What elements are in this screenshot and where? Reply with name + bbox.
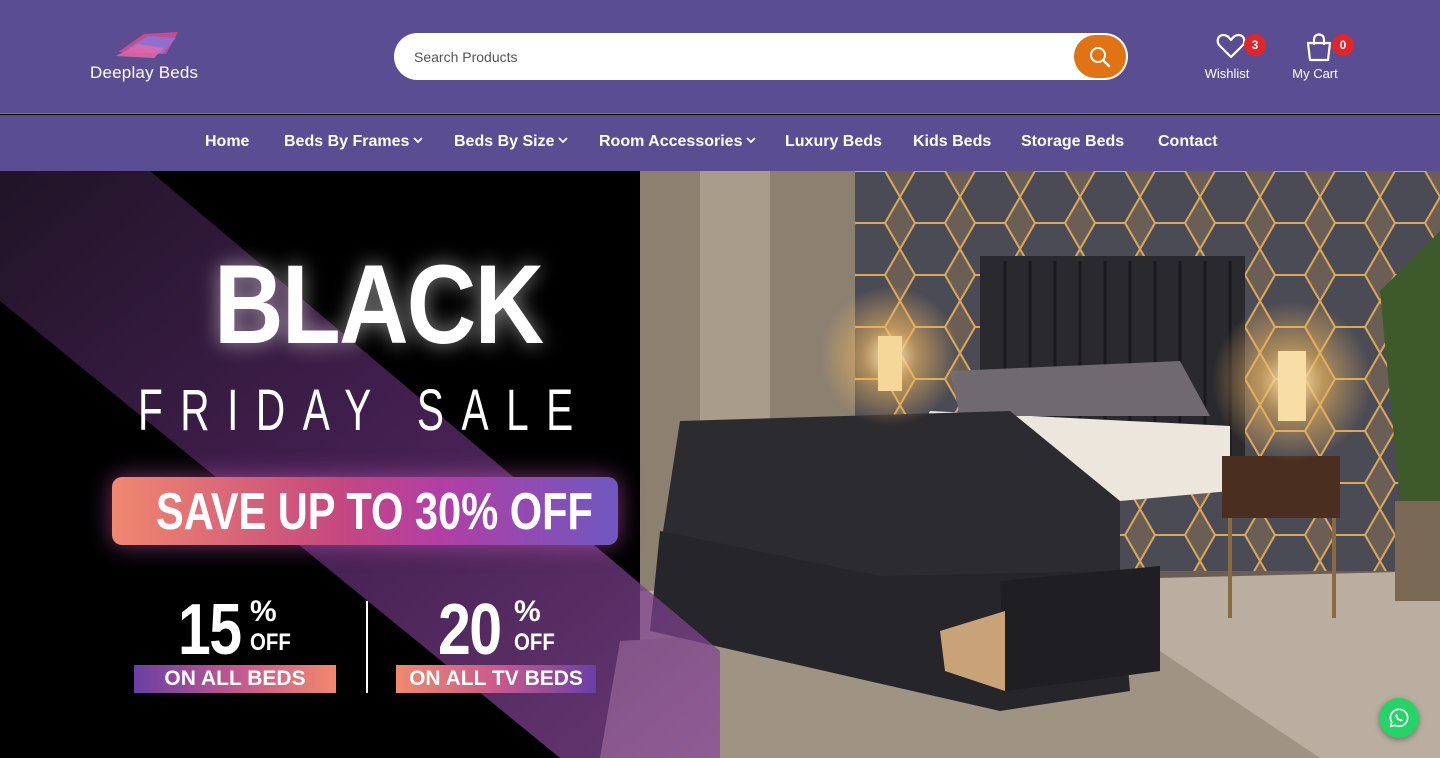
offer-value: 15	[178, 590, 242, 670]
logo[interactable]: Deeplay Beds	[86, 26, 216, 86]
shopping-bag-icon	[1306, 33, 1332, 62]
nav-item-storage-beds[interactable]: Storage Beds	[1021, 133, 1124, 151]
nav-item-label: Storage Beds	[1021, 133, 1125, 150]
offer-beds: 15 % OFF ON ALL BEDS	[134, 590, 336, 695]
wishlist-label: Wishlist	[1204, 66, 1250, 81]
nav-item-label: Beds By Size	[454, 133, 555, 150]
search-input[interactable]	[414, 43, 1054, 70]
wishlist-count-badge: 3	[1244, 34, 1266, 56]
chevron-down-icon	[413, 137, 424, 144]
chevron-down-icon	[558, 137, 569, 144]
chevron-down-icon	[746, 137, 757, 144]
cart-count-badge: 0	[1332, 34, 1354, 56]
search-icon	[1090, 46, 1111, 67]
main-nav: Home Beds By Frames Beds By Size Room Ac…	[0, 115, 1440, 171]
offer-percent-symbol: %	[514, 595, 541, 628]
logo-text: Deeplay Beds	[90, 63, 199, 82]
logo-mark-icon	[116, 32, 178, 58]
search-button[interactable]	[1074, 35, 1126, 78]
wishlist-button[interactable]: 3 Wishlist	[1192, 32, 1266, 88]
nav-item-luxury-beds[interactable]: Luxury Beds	[785, 133, 882, 151]
hero-subheadline: FRIDAY SALE	[138, 378, 591, 443]
offer-value: 20	[438, 590, 502, 670]
save-banner-text: SAVE UP TO 30% OFF	[156, 483, 593, 541]
nav-item-beds-by-frames[interactable]: Beds By Frames	[284, 133, 424, 151]
search-bar	[394, 33, 1128, 80]
nav-item-contact[interactable]: Contact	[1158, 133, 1218, 151]
nav-item-label: Beds By Frames	[284, 133, 410, 150]
whatsapp-chat-button[interactable]	[1379, 698, 1419, 738]
cart-label: My Cart	[1292, 66, 1338, 81]
offer-label: ON ALL BEDS	[134, 665, 336, 693]
site-header: Deeplay Beds 3 Wishlist 0 My Cart	[0, 0, 1440, 114]
nav-item-label: Kids Beds	[913, 133, 992, 150]
offer-label: ON ALL TV BEDS	[396, 665, 596, 693]
nav-item-room-accessories[interactable]: Room Accessories	[599, 133, 757, 151]
offer-tv-beds: 20 % OFF ON ALL TV BEDS	[396, 590, 596, 695]
nav-item-label: Contact	[1158, 133, 1218, 150]
offer-suffix: OFF	[514, 629, 555, 656]
nav-item-home[interactable]: Home	[205, 133, 249, 151]
hero-headline: BLACK	[214, 242, 544, 367]
whatsapp-icon	[1389, 708, 1409, 728]
nav-item-kids-beds[interactable]: Kids Beds	[913, 133, 991, 151]
offer-percent-symbol: %	[250, 595, 277, 628]
hero-banner[interactable]: BLACK FRIDAY SALE SAVE UP TO 30% OFF 15 …	[0, 171, 1440, 758]
offer-suffix: OFF	[250, 629, 291, 656]
nav-item-label: Room Accessories	[599, 133, 743, 150]
offer-divider	[366, 601, 368, 693]
nav-item-label: Luxury Beds	[785, 133, 882, 150]
nav-item-label: Home	[205, 133, 250, 150]
save-banner: SAVE UP TO 30% OFF	[112, 477, 618, 545]
cart-button[interactable]: 0 My Cart	[1280, 32, 1354, 88]
nav-item-beds-by-size[interactable]: Beds By Size	[454, 133, 569, 151]
heart-icon	[1216, 33, 1246, 59]
